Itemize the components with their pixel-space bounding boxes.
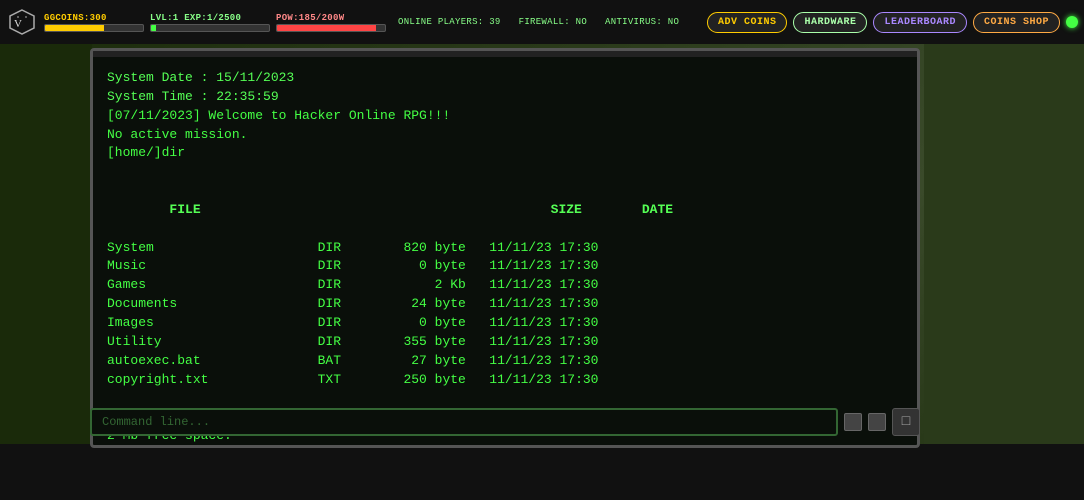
term-date: System Date : 15/11/2023 <box>107 69 903 88</box>
term-welcome: [07/11/2023] Welcome to Hacker Online RP… <box>107 107 903 126</box>
term-mission: No active mission. <box>107 126 903 145</box>
pow-stat: POW:185/200W <box>276 13 386 32</box>
topbar: V GGCOINS:300 LVL:1 EXP:1/2500 POW:185/2… <box>0 0 1084 44</box>
leaderboard-button[interactable]: LEADERBOARD <box>873 12 967 33</box>
table-row: Images DIR 0 byte 11/11/23 17:30 <box>107 314 903 333</box>
table-row: Utility DIR 355 byte 11/11/23 17:30 <box>107 333 903 352</box>
table-row: Music DIR 0 byte 11/11/23 17:30 <box>107 257 903 276</box>
ggcoins-stat: GGCOINS:300 <box>44 13 144 32</box>
side-panel-right <box>924 44 1084 474</box>
term-time: System Time : 22:35:59 <box>107 88 903 107</box>
win-maximize-button[interactable] <box>868 413 886 431</box>
sub-stats: ONLINE PLAYERS: 39 FIREWALL: NO ANTIVIRU… <box>392 17 679 27</box>
antivirus-label: ANTIVIRUS: NO <box>605 17 679 27</box>
pow-track <box>276 24 386 32</box>
term-dir-cmd: [home/]dir <box>107 144 903 163</box>
exp-fill <box>151 25 156 31</box>
command-input[interactable] <box>90 408 838 436</box>
terminal-window: System Date : 15/11/2023 System Time : 2… <box>90 48 920 448</box>
term-blank1 <box>107 163 903 182</box>
pow-label: POW:185/200W <box>276 13 386 23</box>
online-players-label: ONLINE PLAYERS: 39 <box>398 17 501 27</box>
online-indicator <box>1066 16 1078 28</box>
cmdline-bar: □ <box>90 404 920 440</box>
exp-track <box>150 24 270 32</box>
win-close-button[interactable]: □ <box>892 408 920 436</box>
coins-shop-button[interactable]: COINS SHOP <box>973 12 1060 33</box>
table-row: Games DIR 2 Kb 11/11/23 17:30 <box>107 276 903 295</box>
table-row: System DIR 820 byte 11/11/23 17:30 <box>107 239 903 258</box>
pow-fill <box>277 25 376 31</box>
ggcoins-label: GGCOINS:300 <box>44 13 144 23</box>
exp-label: LVL:1 EXP:1/2500 <box>150 13 270 23</box>
file-list: System DIR 820 byte 11/11/23 17:30Music … <box>107 239 903 390</box>
term-col-headers: FILESIZEDATE <box>107 182 903 239</box>
bottom-strip <box>0 444 1084 500</box>
table-row: copyright.txt TXT 250 byte 11/11/23 17:3… <box>107 371 903 390</box>
firewall-label: FIREWALL: NO <box>519 17 587 27</box>
adv-coins-button[interactable]: ADV COINS <box>707 12 788 33</box>
exp-stat: LVL:1 EXP:1/2500 <box>150 13 270 32</box>
win-minimize-button[interactable] <box>844 413 862 431</box>
side-panel-left <box>0 44 92 474</box>
hardware-button[interactable]: HARDWARE <box>793 12 867 33</box>
svg-text:V: V <box>14 18 22 30</box>
terminal-wrapper: System Date : 15/11/2023 System Time : 2… <box>90 48 920 448</box>
ggcoins-fill <box>45 25 104 31</box>
terminal-body: System Date : 15/11/2023 System Time : 2… <box>93 57 917 445</box>
ggcoins-track <box>44 24 144 32</box>
table-row: Documents DIR 24 byte 11/11/23 17:30 <box>107 295 903 314</box>
table-row: autoexec.bat BAT 27 byte 11/11/23 17:30 <box>107 352 903 371</box>
logo: V <box>6 6 38 38</box>
